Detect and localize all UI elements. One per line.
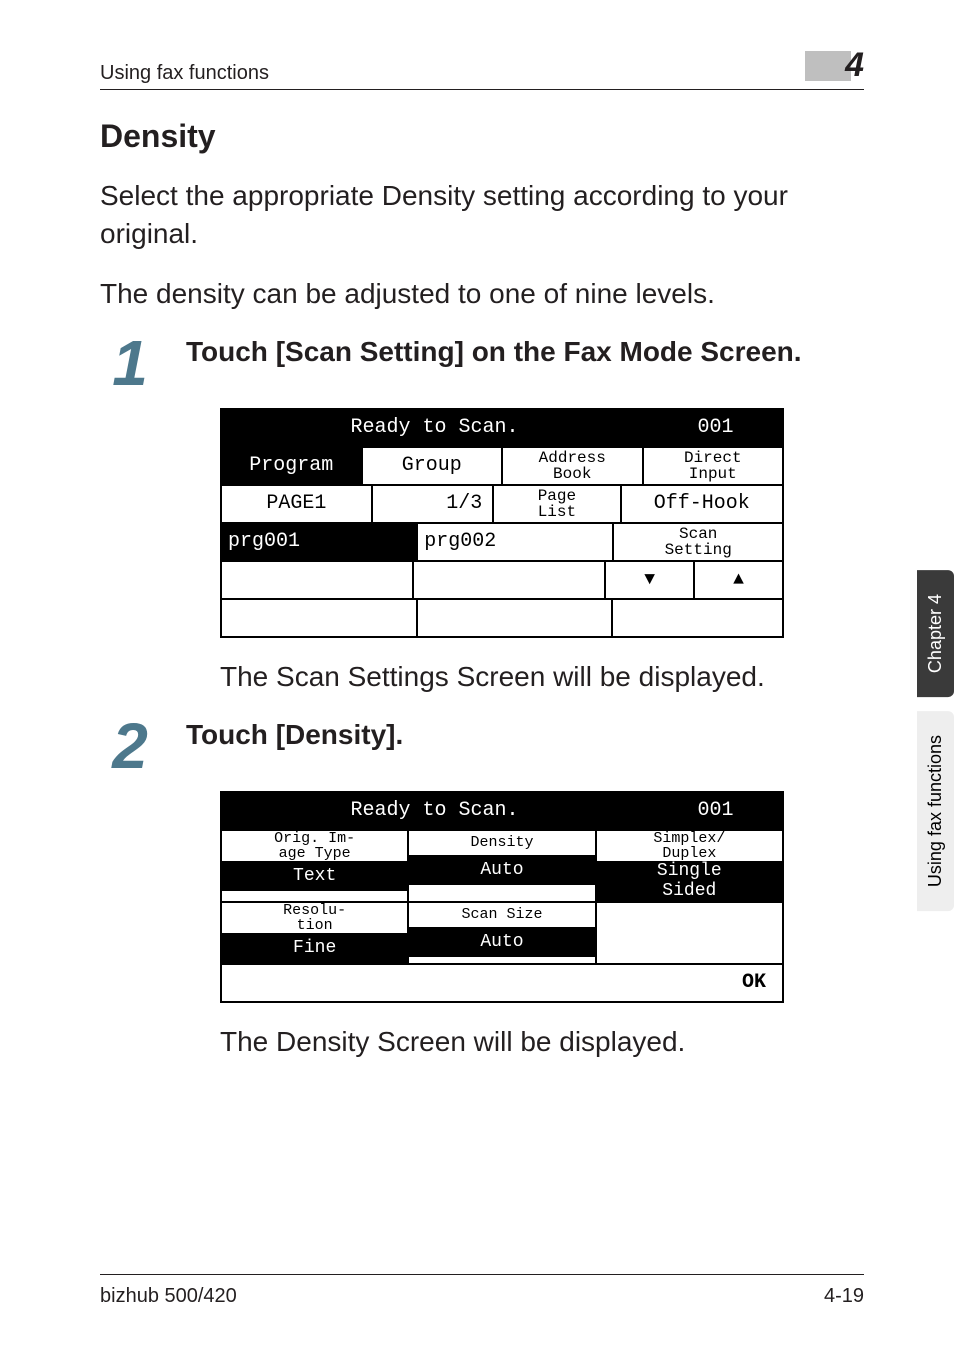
- scan-size-label: Scan Size: [409, 903, 594, 927]
- prg002-button[interactable]: prg002: [418, 524, 614, 560]
- scroll-up-button[interactable]: ▲: [695, 562, 782, 598]
- step-1-text: Touch [Scan Setting] on the Fax Mode Scr…: [186, 334, 802, 369]
- chapter-number: 4: [845, 46, 864, 85]
- density-label: Density: [409, 831, 594, 855]
- tab-group[interactable]: Group: [363, 448, 504, 484]
- page-list-button[interactable]: Page List: [494, 486, 621, 522]
- lcd2-status: Ready to Scan.: [222, 793, 649, 829]
- density-button[interactable]: Density Auto: [409, 831, 596, 901]
- orig-image-type-button[interactable]: Orig. Im- age Type Text: [222, 831, 409, 901]
- density-value: Auto: [409, 855, 594, 885]
- step-2: 2 Touch [Density].: [100, 717, 864, 772]
- tab-direct-input[interactable]: Direct Input: [644, 448, 783, 484]
- ok-button[interactable]: OK: [222, 965, 782, 1001]
- empty-slot-1: [222, 562, 414, 598]
- empty-slot-5: [613, 600, 782, 636]
- tab-program[interactable]: Program: [222, 448, 363, 484]
- empty-slot-3: [222, 600, 418, 636]
- orig-image-type-label: Orig. Im- age Type: [222, 831, 407, 861]
- step-2-result: The Density Screen will be displayed.: [220, 1023, 864, 1061]
- chevron-up-icon: ▲: [733, 570, 744, 590]
- side-tab-chapter: Chapter 4: [917, 570, 954, 697]
- fax-mode-screen: Ready to Scan. 001 Program Group Address…: [220, 408, 784, 638]
- lcd1-counter: 001: [649, 410, 782, 446]
- empty-slot-2: [414, 562, 606, 598]
- side-tabs: Chapter 4 Using fax functions: [917, 570, 954, 911]
- step-2-number: 2: [100, 721, 160, 772]
- footer-model: bizhub 500/420: [100, 1285, 237, 1308]
- prg001-button[interactable]: prg001: [222, 524, 418, 560]
- scroll-down-button[interactable]: ▼: [606, 562, 695, 598]
- section-title: Density: [100, 118, 864, 155]
- scan-setting-button[interactable]: Scan Setting: [614, 524, 782, 560]
- page: Using fax functions 4 Density Select the…: [0, 0, 954, 1352]
- step-1-number: 1: [100, 338, 160, 389]
- chevron-down-icon: ▼: [644, 570, 655, 590]
- scan-settings-screen: Ready to Scan. 001 Orig. Im- age Type Te…: [220, 791, 784, 1003]
- empty-slot-4: [418, 600, 614, 636]
- simplex-duplex-label: Simplex/ Duplex: [597, 831, 782, 861]
- chapter-badge: 4: [805, 46, 864, 85]
- step-2-text: Touch [Density].: [186, 717, 403, 752]
- lcd2-counter: 001: [649, 793, 782, 829]
- blank-column: [597, 903, 782, 963]
- intro-paragraph-1: Select the appropriate Density setting a…: [100, 177, 864, 253]
- scan-size-value: Auto: [409, 927, 594, 957]
- simplex-duplex-button[interactable]: Simplex/ Duplex Single Sided: [597, 831, 782, 901]
- orig-image-type-value: Text: [222, 861, 407, 891]
- simplex-duplex-value: Single Sided: [597, 861, 782, 901]
- side-tab-section: Using fax functions: [917, 711, 954, 911]
- step-1: 1 Touch [Scan Setting] on the Fax Mode S…: [100, 334, 864, 389]
- running-title: Using fax functions: [100, 62, 269, 85]
- blank-bot: [597, 927, 782, 957]
- blank-top: [597, 903, 782, 927]
- off-hook-button[interactable]: Off-Hook: [622, 486, 782, 522]
- page-position: 1/3: [373, 486, 495, 522]
- tab-address-book[interactable]: Address Book: [503, 448, 644, 484]
- resolution-button[interactable]: Resolu- tion Fine: [222, 903, 409, 963]
- resolution-label: Resolu- tion: [222, 903, 407, 933]
- step-1-result: The Scan Settings Screen will be display…: [220, 658, 864, 696]
- footer-page-number: 4-19: [824, 1285, 864, 1308]
- intro-paragraph-2: The density can be adjusted to one of ni…: [100, 275, 864, 313]
- running-header: Using fax functions 4: [100, 46, 864, 85]
- page-footer: bizhub 500/420 4-19: [100, 1274, 864, 1308]
- resolution-value: Fine: [222, 933, 407, 963]
- scan-size-button[interactable]: Scan Size Auto: [409, 903, 596, 963]
- page-label: PAGE1: [222, 486, 373, 522]
- header-rule: [100, 89, 864, 90]
- lcd1-status: Ready to Scan.: [222, 410, 649, 446]
